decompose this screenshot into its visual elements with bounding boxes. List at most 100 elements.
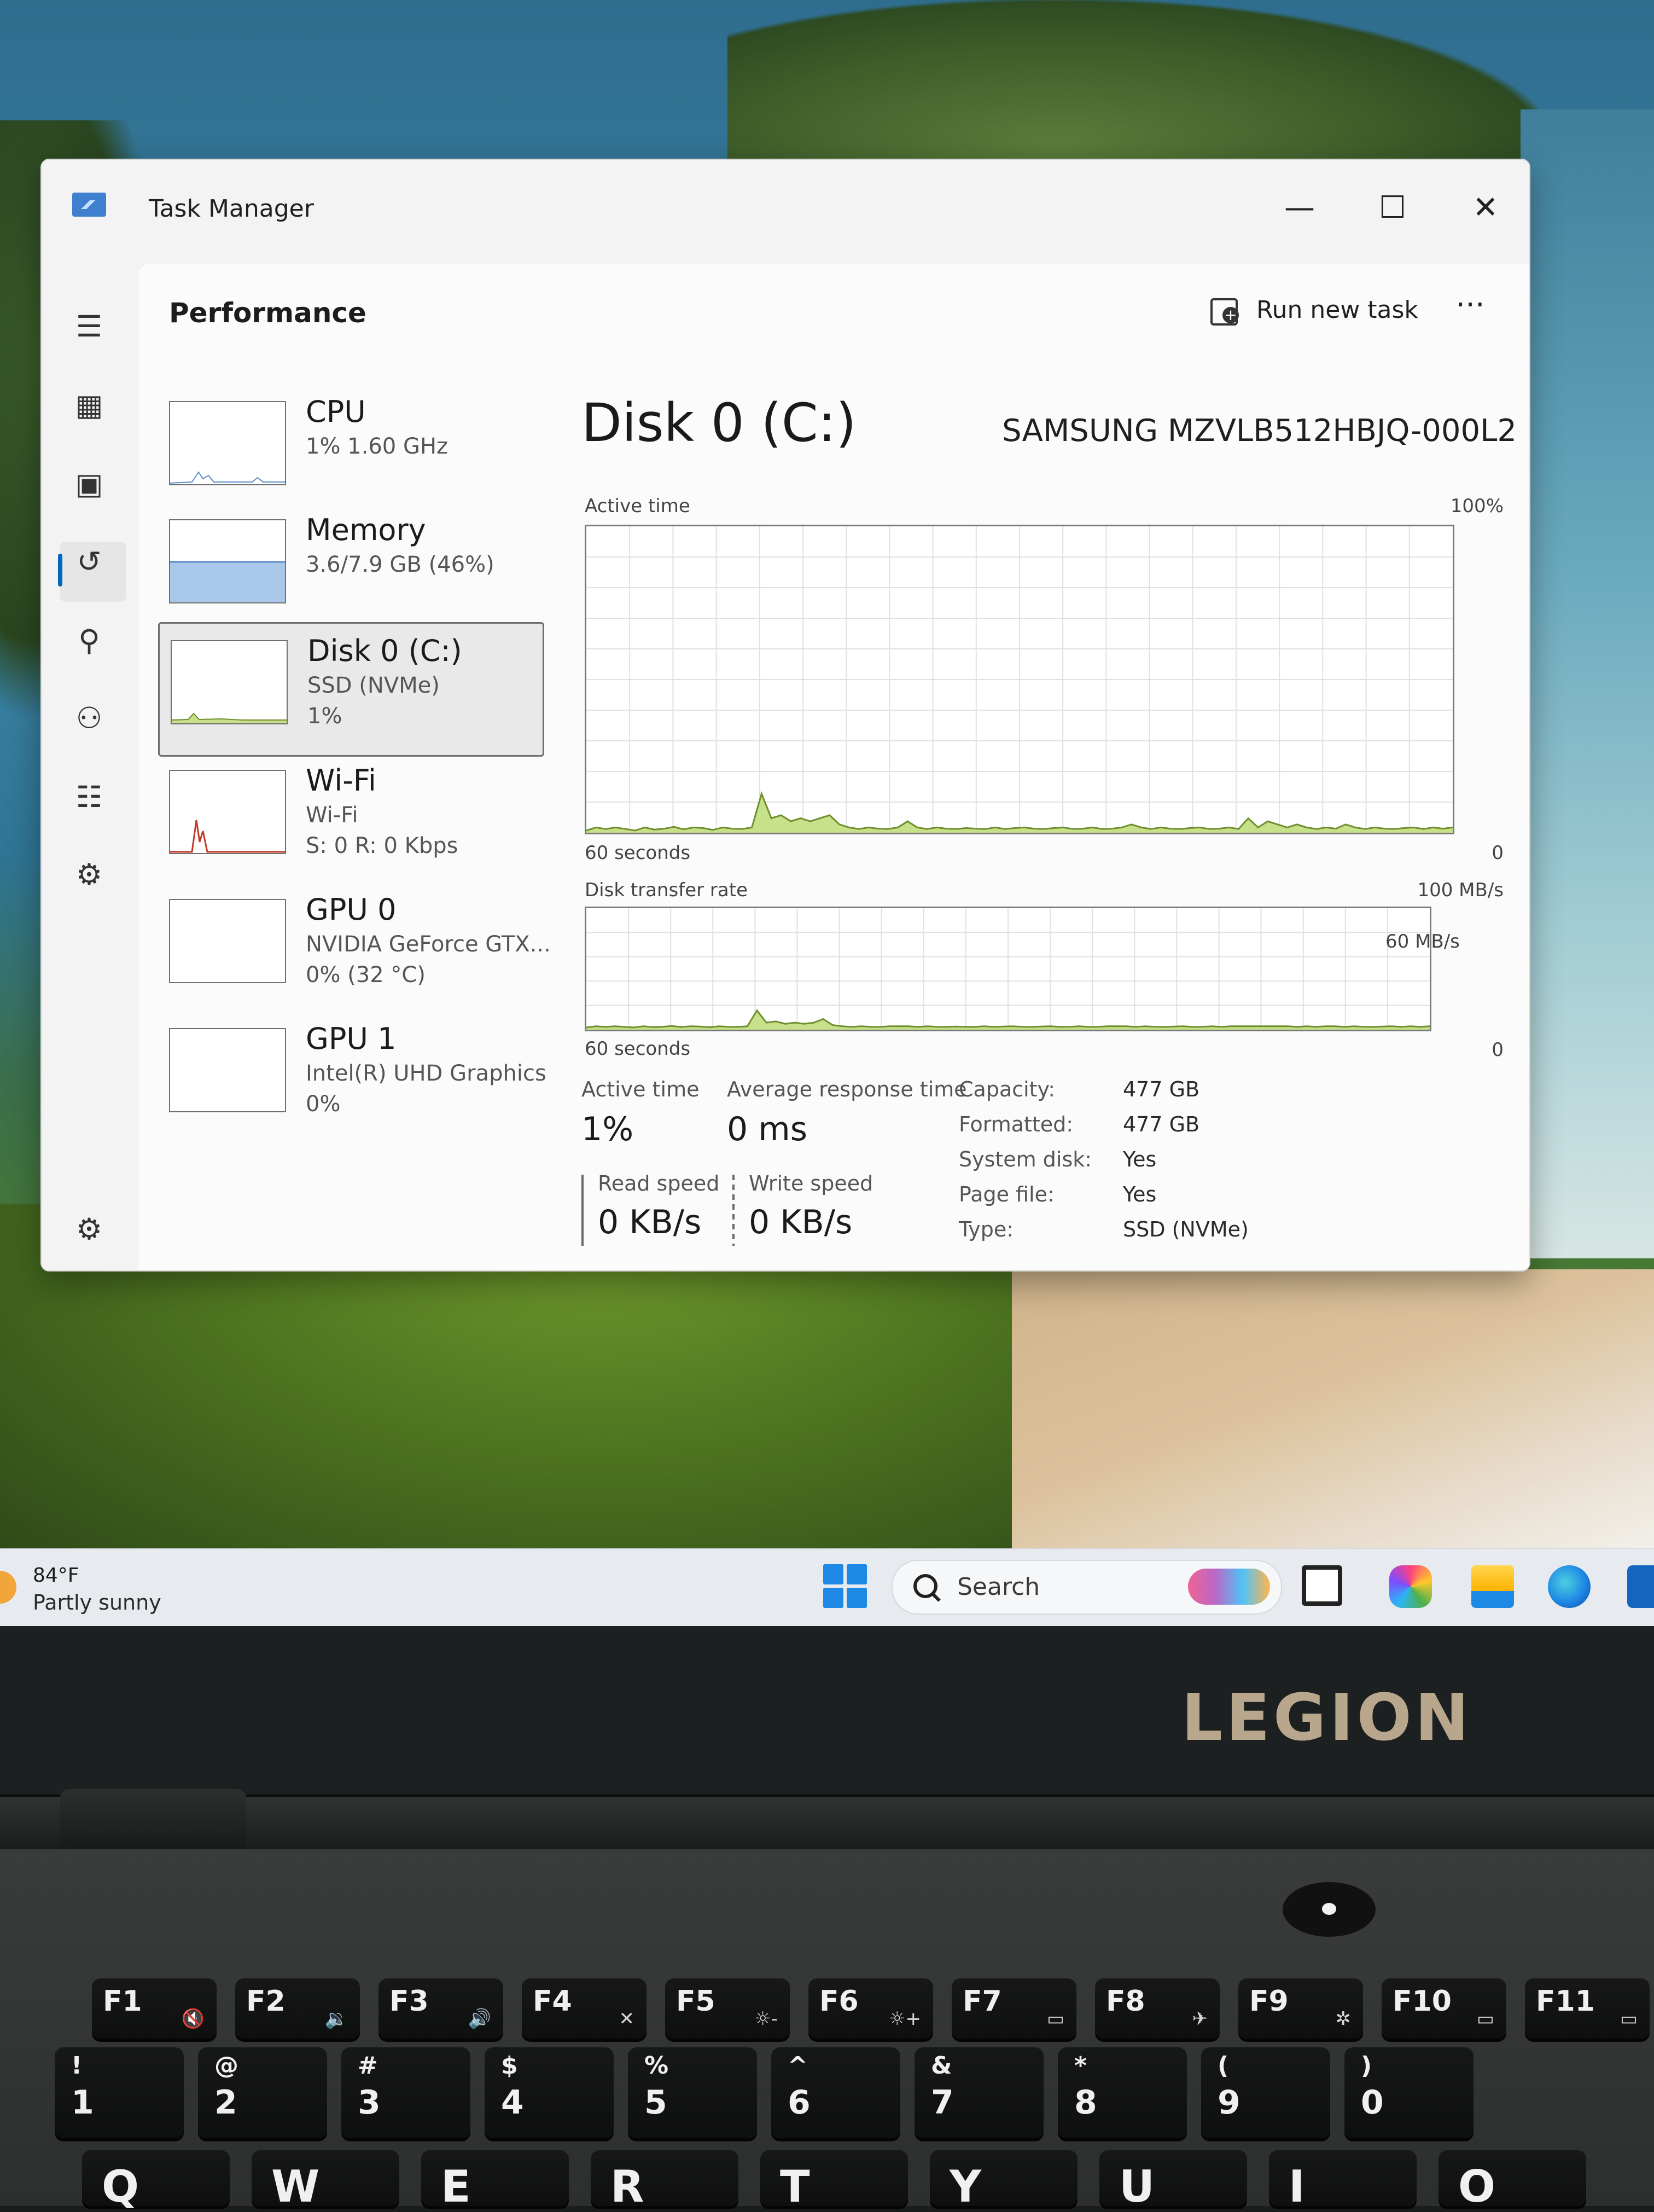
letter-key[interactable]: Q: [82, 2150, 230, 2212]
file-explorer-icon[interactable]: [1471, 1565, 1514, 1608]
number-key-digit: 4: [501, 2083, 524, 2122]
disk-thumbnail: [171, 640, 288, 724]
windows-logo-tile: [847, 1564, 867, 1584]
letter-key[interactable]: R: [591, 2150, 738, 2212]
device-usage: 0%: [306, 1092, 341, 1117]
device-usage: 1%: [307, 704, 342, 729]
function-key[interactable]: F8 ✈: [1095, 1978, 1220, 2039]
more-options-button[interactable]: ···: [1446, 286, 1495, 330]
number-key-digit: 2: [214, 2083, 237, 2122]
minimize-button[interactable]: —: [1267, 181, 1332, 235]
edge-browser-icon[interactable]: [1548, 1565, 1591, 1608]
taskbar-search[interactable]: Search: [892, 1560, 1282, 1615]
title-bar[interactable]: Task Manager — ☐ ✕: [42, 160, 1529, 264]
number-key[interactable]: #3: [341, 2047, 470, 2138]
task-manager-app-icon: [72, 193, 106, 217]
letter-key-label: I: [1289, 2161, 1305, 2212]
read-speed-indicator: [581, 1175, 584, 1246]
property-value: 477 GB: [1123, 1112, 1200, 1136]
start-button[interactable]: [823, 1564, 867, 1608]
nav-active-indicator: [58, 554, 62, 587]
number-key[interactable]: ! 1: [55, 2047, 184, 2138]
cpu-thumbnail: [169, 401, 286, 485]
device-gpu-0[interactable]: GPU 0 NVIDIA GeForce GTX... 0% (32 °C): [158, 883, 551, 1014]
property-key: System disk:: [959, 1147, 1092, 1171]
function-key[interactable]: F2 🔉: [235, 1978, 360, 2039]
device-gpu-1[interactable]: GPU 1 Intel(R) UHD Graphics 0%: [158, 1012, 546, 1143]
performance-icon[interactable]: ▣: [70, 465, 108, 503]
letter-key[interactable]: E: [421, 2150, 569, 2212]
gpu1-thumbnail: [169, 1028, 286, 1112]
number-key[interactable]: % 5: [628, 2047, 757, 2138]
active-time-stat-label: Active time: [581, 1077, 700, 1101]
startup-apps-icon[interactable]: ⚲: [70, 622, 108, 660]
microsoft-store-icon[interactable]: [1627, 1565, 1654, 1608]
page-title: Performance: [169, 297, 366, 329]
function-key-icon: ✲: [1335, 2008, 1352, 2030]
task-view-icon[interactable]: [1302, 1565, 1342, 1606]
letter-key[interactable]: O: [1438, 2150, 1586, 2212]
function-key[interactable]: F6 ☼+: [808, 1978, 933, 2039]
function-key[interactable]: F1 🔇: [92, 1978, 217, 2039]
function-key[interactable]: F10 ▭: [1382, 1978, 1506, 2039]
function-key-icon: ✕: [619, 2008, 635, 2030]
number-key[interactable]: (9: [1201, 2047, 1330, 2138]
app-history-icon[interactable]: ↺: [70, 543, 108, 581]
function-key[interactable]: F4 ✕: [522, 1978, 647, 2039]
details-icon[interactable]: ☷: [70, 778, 108, 816]
task-manager-window: Task Manager — ☐ ✕ ☰ ▦ ▣ ↺ ⚲ ⚇ ☷ ⚙ ⚙ Per…: [40, 159, 1530, 1272]
power-button[interactable]: [1283, 1882, 1376, 1937]
write-speed-indicator: [732, 1175, 735, 1246]
performance-header: Performance Run new task ···: [138, 264, 1529, 363]
number-key[interactable]: * 8: [1058, 2047, 1187, 2138]
device-disk-0[interactable]: Disk 0 (C:) SSD (NVMe) 1%: [158, 622, 544, 757]
letter-key[interactable]: Y: [930, 2150, 1078, 2212]
taskbar: 84°F Partly sunny Search: [0, 1548, 1654, 1627]
letter-key-label: Q: [102, 2161, 139, 2212]
letter-key-label: U: [1119, 2161, 1155, 2212]
wallpaper-beach: [1012, 1269, 1654, 1548]
users-icon[interactable]: ⚇: [70, 699, 108, 738]
number-key[interactable]: ^ 6: [771, 2047, 900, 2138]
number-key-digit: 6: [788, 2083, 811, 2122]
services-icon[interactable]: ⚙: [70, 856, 108, 894]
device-wifi[interactable]: Wi-Fi Wi-Fi S: 0 R: 0 Kbps: [158, 753, 541, 885]
number-key[interactable]: @2: [198, 2047, 327, 2138]
close-button[interactable]: ✕: [1453, 181, 1518, 235]
maximize-button[interactable]: ☐: [1360, 181, 1425, 235]
function-key[interactable]: F3 🔊: [378, 1978, 503, 2039]
device-cpu[interactable]: CPU 1% 1.60 GHz: [158, 385, 541, 516]
device-detail: 1% 1.60 GHz: [306, 434, 449, 459]
function-key[interactable]: F7 ▭: [952, 1978, 1076, 2039]
windows-logo-tile: [823, 1564, 843, 1584]
device-name: Memory: [306, 513, 426, 547]
number-key[interactable]: ) 0: [1344, 2047, 1474, 2138]
weather-temperature: 84°F: [33, 1564, 79, 1587]
device-usage: S: 0 R: 0 Kbps: [306, 833, 458, 858]
copilot-icon[interactable]: [1389, 1565, 1432, 1608]
function-key[interactable]: F9 ✲: [1238, 1978, 1363, 2039]
function-key[interactable]: F5 ☼-: [665, 1978, 790, 2039]
function-key-label: F2: [246, 1985, 286, 2018]
device-usage: 0% (32 °C): [306, 962, 426, 988]
run-task-icon: [1210, 298, 1239, 326]
number-key-digit: 3: [358, 2083, 381, 2122]
function-key-icon: ☼-: [754, 2008, 778, 2030]
letter-key[interactable]: I: [1269, 2150, 1417, 2212]
active-time-x-left: 60 seconds: [585, 842, 691, 864]
menu-icon[interactable]: ☰: [70, 307, 108, 346]
number-key[interactable]: $4: [485, 2047, 614, 2138]
settings-icon[interactable]: ⚙: [70, 1210, 108, 1249]
memory-thumbnail: [169, 519, 286, 603]
function-key-icon: ✈: [1192, 2008, 1208, 2030]
letter-key[interactable]: T: [760, 2150, 908, 2212]
letter-key-label: E: [441, 2161, 471, 2212]
function-key[interactable]: F11 ▭: [1525, 1978, 1650, 2039]
letter-key[interactable]: W: [252, 2150, 399, 2212]
letter-key[interactable]: U: [1099, 2150, 1247, 2212]
device-name: GPU 0: [306, 892, 397, 927]
disk-title: Disk 0 (C:): [581, 392, 857, 454]
processes-icon[interactable]: ▦: [70, 386, 108, 425]
device-memory[interactable]: Memory 3.6/7.9 GB (46%): [158, 503, 541, 634]
number-key[interactable]: & 7: [915, 2047, 1044, 2138]
